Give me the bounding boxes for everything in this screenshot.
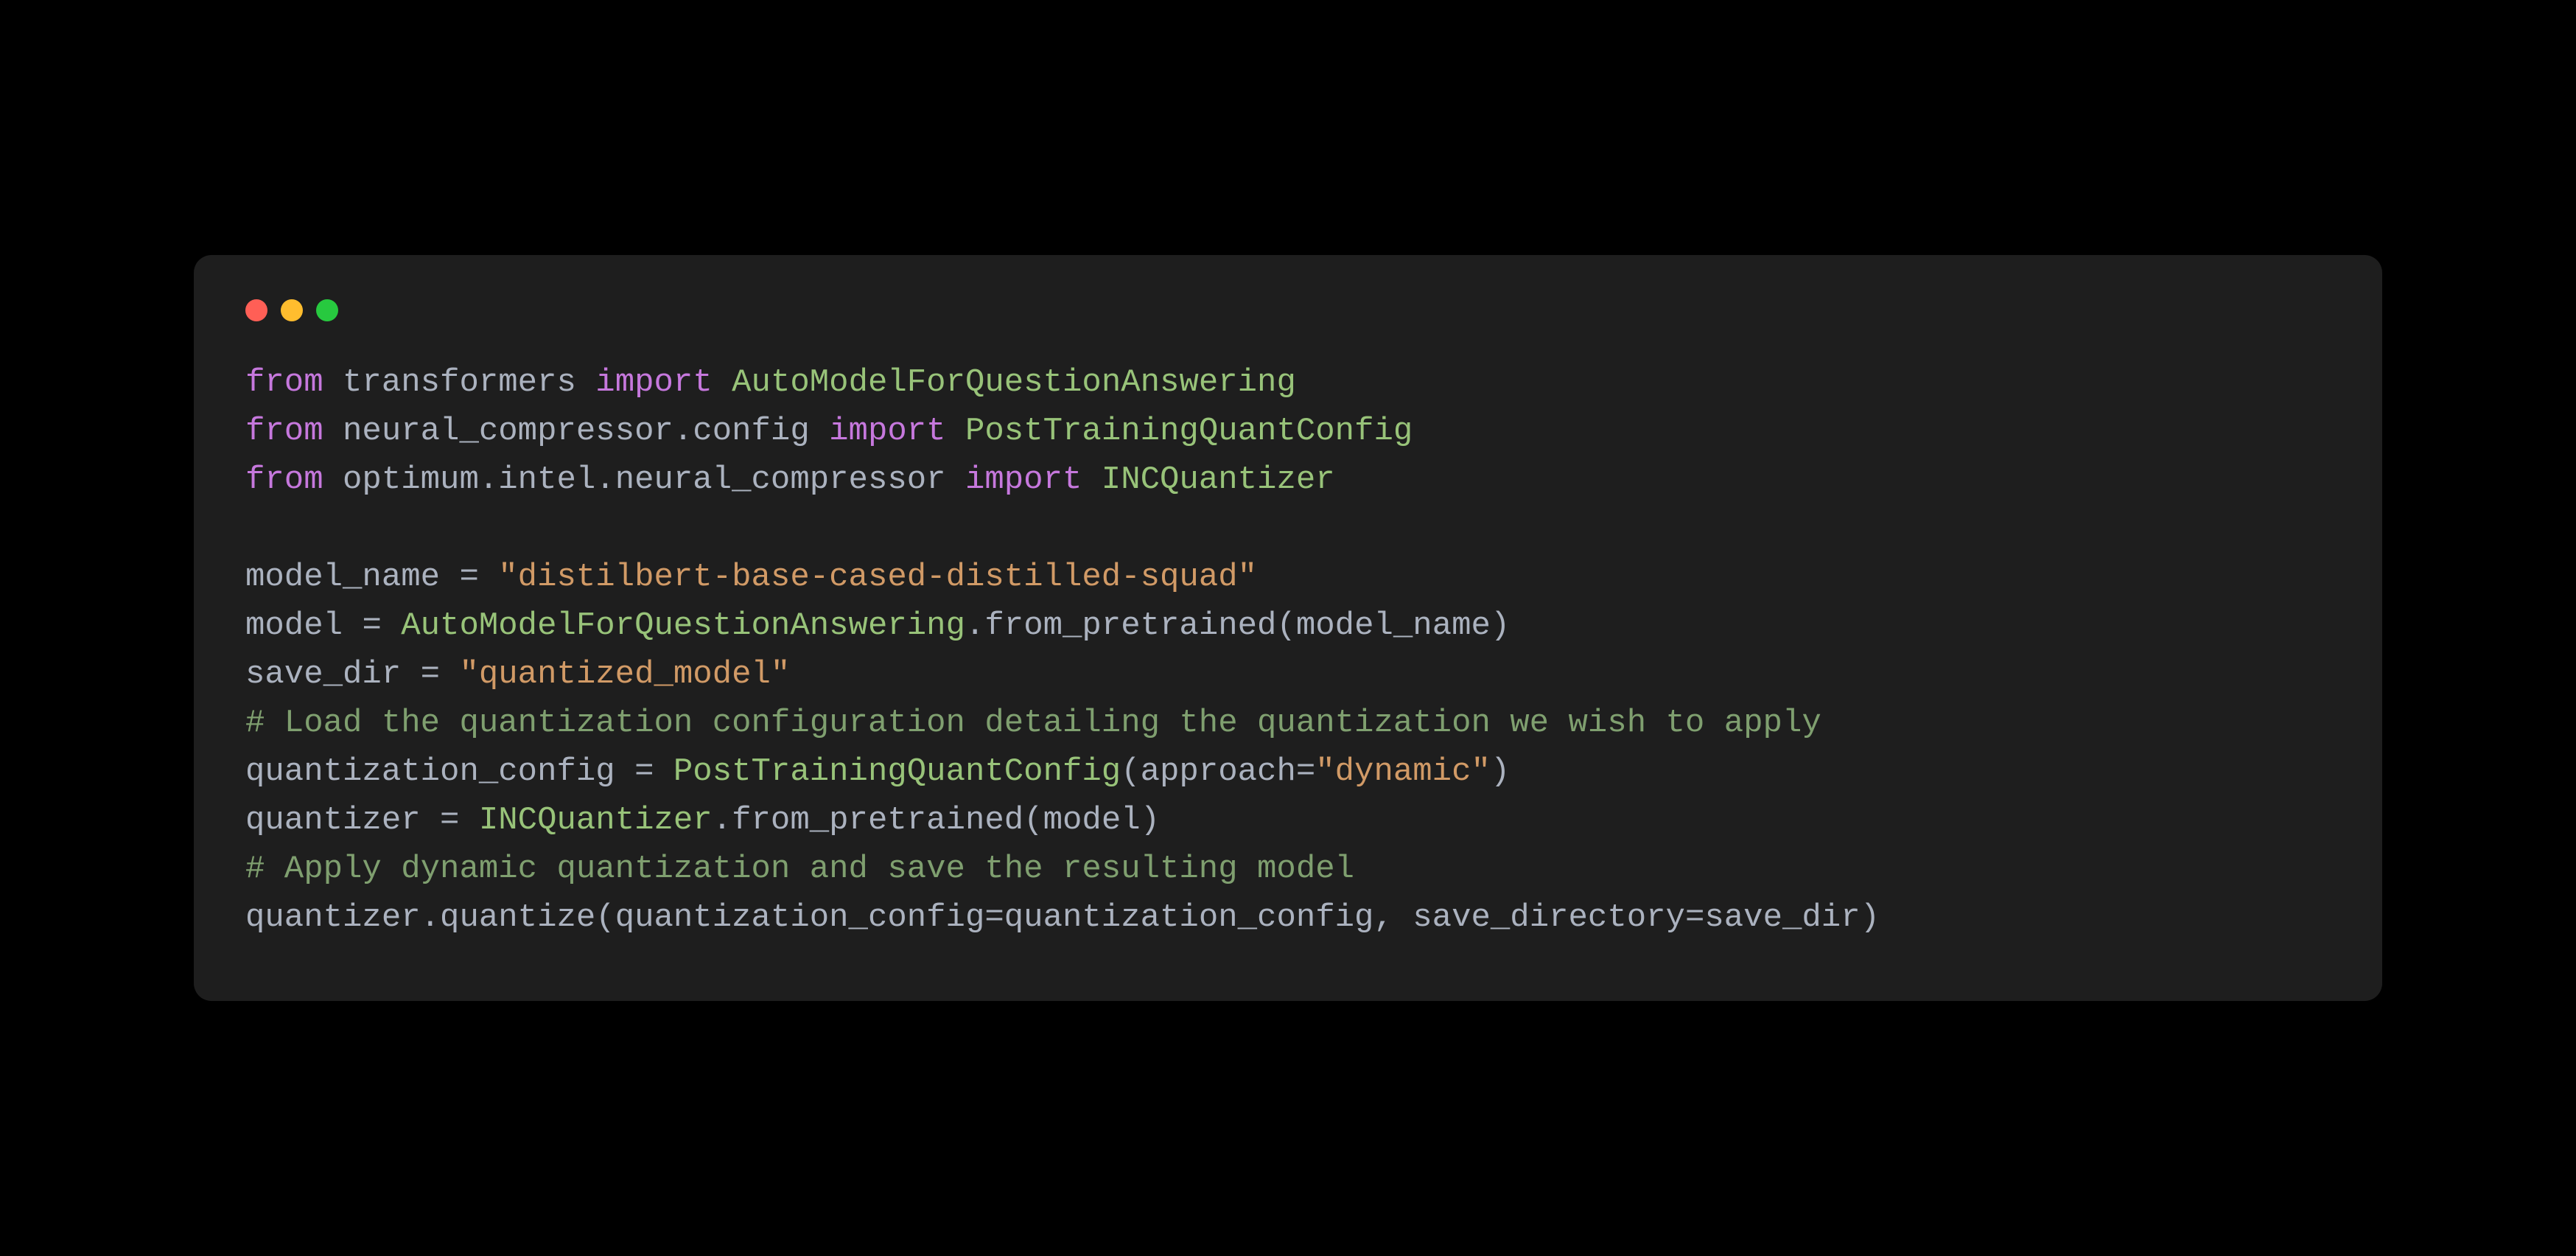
paren-open: ( xyxy=(1023,802,1043,839)
variable: save_dir xyxy=(245,656,421,693)
keyword-import: import xyxy=(965,461,1082,498)
kwarg-value: save_dir xyxy=(1704,899,1860,936)
operator: = xyxy=(984,899,1004,936)
argument: model xyxy=(1043,802,1141,839)
operator: = xyxy=(459,559,478,596)
dot: . xyxy=(965,607,984,644)
kwarg-name: approach xyxy=(1141,753,1296,790)
maximize-icon[interactable] xyxy=(316,299,338,321)
variable: quantization_config xyxy=(245,753,634,790)
paren-open: ( xyxy=(1121,753,1140,790)
string-literal: "distilbert-base-cased-distilled-squad" xyxy=(479,559,1257,596)
kwarg-name: save_directory xyxy=(1413,899,1685,936)
operator: = xyxy=(1685,899,1704,936)
kwarg-value: quantization_config xyxy=(1004,899,1374,936)
keyword-from: from xyxy=(245,413,323,450)
paren-close: ) xyxy=(1141,802,1160,839)
code-window: from transformers import AutoModelForQue… xyxy=(194,255,2382,1001)
class-name: AutoModelForQuestionAnswering xyxy=(713,364,1296,401)
paren-close: ) xyxy=(1861,899,1880,936)
minimize-icon[interactable] xyxy=(281,299,303,321)
dot: . xyxy=(713,802,732,839)
kwarg-name: quantization_config xyxy=(615,899,985,936)
variable: model_name xyxy=(245,559,459,596)
window-controls xyxy=(245,299,2331,321)
object: quantizer xyxy=(245,899,421,936)
keyword-import: import xyxy=(595,364,712,401)
code-block: from transformers import AutoModelForQue… xyxy=(245,358,2331,942)
comma: , xyxy=(1373,899,1413,936)
paren-close: ) xyxy=(1491,607,1510,644)
function-name: quantize xyxy=(440,899,595,936)
argument: model_name xyxy=(1296,607,1491,644)
operator: = xyxy=(362,607,381,644)
module-name: optimum.intel.neural_compressor xyxy=(323,461,965,498)
keyword-from: from xyxy=(245,461,323,498)
class-name: INCQuantizer xyxy=(1082,461,1334,498)
keyword-import: import xyxy=(829,413,945,450)
function-name: from_pretrained xyxy=(984,607,1276,644)
variable: quantizer xyxy=(245,802,440,839)
comment: # Load the quantization configuration de… xyxy=(245,705,1821,742)
paren-close: ) xyxy=(1491,753,1510,790)
module-name: transformers xyxy=(323,364,596,401)
class-name: INCQuantizer xyxy=(459,802,712,839)
class-name: PostTrainingQuantConfig xyxy=(946,413,1413,450)
function-name: from_pretrained xyxy=(732,802,1023,839)
operator: = xyxy=(421,656,440,693)
dot: . xyxy=(421,899,440,936)
comment: # Apply dynamic quantization and save th… xyxy=(245,851,1354,887)
string-literal: "quantized_model" xyxy=(440,656,790,693)
variable: model xyxy=(245,607,362,644)
class-name: AutoModelForQuestionAnswering xyxy=(382,607,965,644)
close-icon[interactable] xyxy=(245,299,267,321)
paren-open: ( xyxy=(595,899,615,936)
string-literal: "dynamic" xyxy=(1315,753,1491,790)
paren-open: ( xyxy=(1276,607,1295,644)
keyword-from: from xyxy=(245,364,323,401)
operator: = xyxy=(634,753,654,790)
operator: = xyxy=(440,802,459,839)
class-name: PostTrainingQuantConfig xyxy=(654,753,1121,790)
operator: = xyxy=(1296,753,1315,790)
module-name: neural_compressor.config xyxy=(323,413,830,450)
